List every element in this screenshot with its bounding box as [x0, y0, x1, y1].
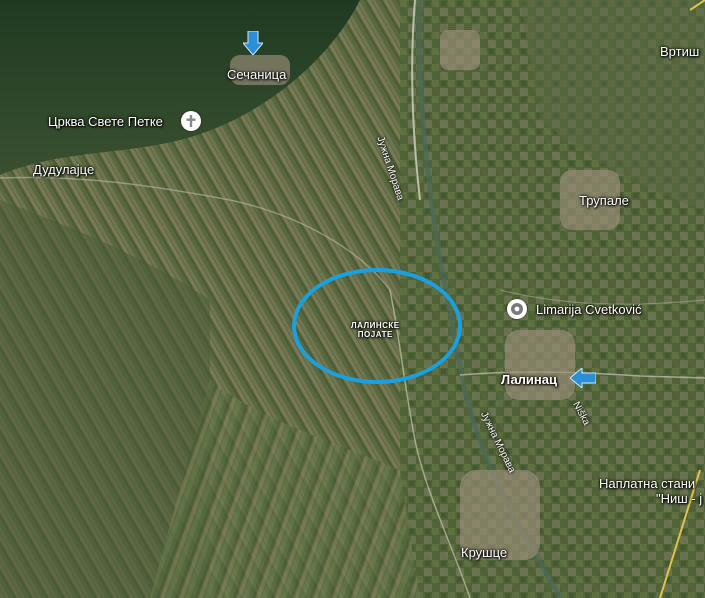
place-limarija[interactable]: Limarija Cvetković	[536, 302, 641, 317]
place-church[interactable]: Црква Свете Петке	[48, 114, 163, 129]
plain-label-line1: ЛАЛИНСКЕ	[351, 321, 400, 330]
place-lalinac[interactable]: Лалинац	[501, 372, 557, 387]
place-pin-icon[interactable]	[507, 299, 527, 319]
place-trupale[interactable]: Трупале	[579, 193, 629, 208]
arrow-left-icon[interactable]	[569, 366, 597, 393]
arrow-down-icon[interactable]	[241, 30, 265, 60]
place-dudulajce[interactable]: Дудулајце	[33, 162, 94, 177]
place-sechanica[interactable]: Сечаница	[227, 67, 286, 82]
satellite-map[interactable]: ЛАЛИНСКЕ ПОЈАТЕ Јужна Морава Јужна Морав…	[0, 0, 705, 598]
place-krushce[interactable]: Крушце	[461, 545, 507, 560]
plain-label: ЛАЛИНСКЕ ПОЈАТЕ	[351, 321, 400, 339]
plain-label-line2: ПОЈАТЕ	[357, 330, 393, 339]
place-toll-line1[interactable]: Наплатна стани	[599, 476, 695, 491]
place-vrtish[interactable]: Вртиш	[660, 44, 699, 59]
satellite-terrain	[0, 0, 705, 598]
church-pin-icon[interactable]	[181, 111, 201, 131]
place-toll-line2[interactable]: "Ниш - ј	[656, 491, 702, 506]
